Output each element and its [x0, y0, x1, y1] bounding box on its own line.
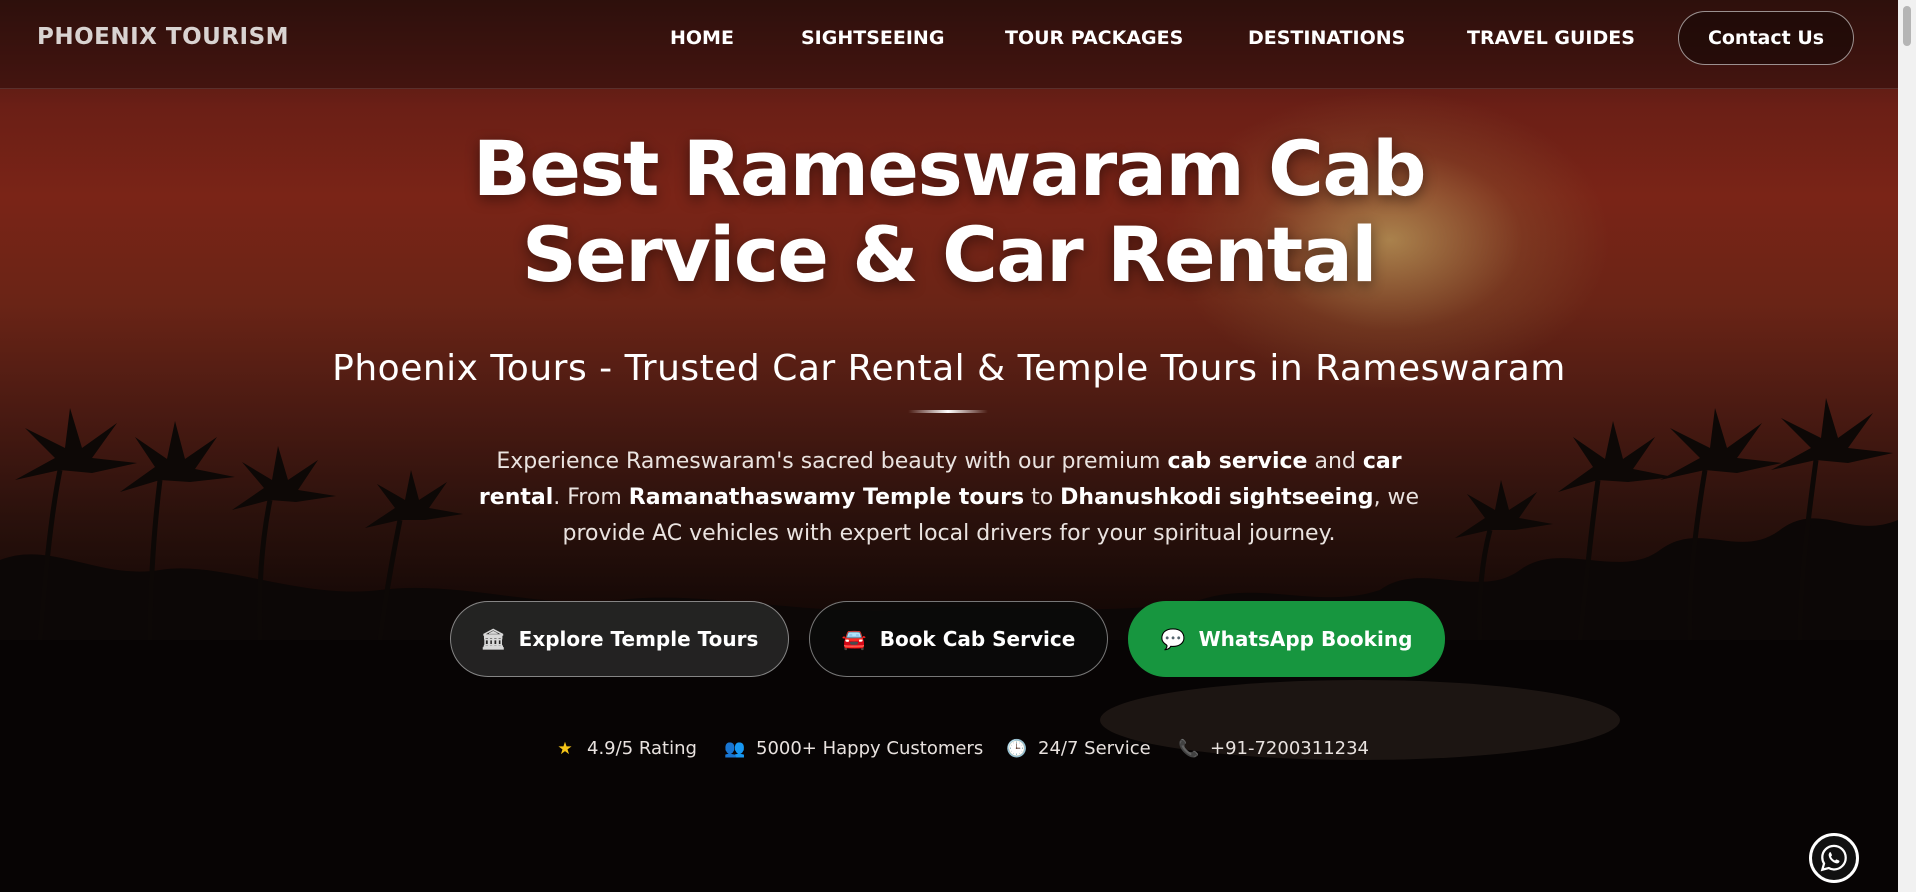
whatsapp-icon: [1820, 844, 1847, 872]
cta-label: Book Cab Service: [879, 627, 1076, 651]
title-divider: [908, 410, 988, 413]
people-icon: 👥: [724, 738, 746, 759]
nav-item-travel-guides[interactable]: TRAVEL GUIDES: [1467, 27, 1635, 49]
stat-label: 24/7 Service: [1038, 738, 1151, 759]
page-scrollbar[interactable]: [1898, 0, 1916, 892]
chat-bubble-icon: 💬: [1160, 627, 1186, 651]
brand-logo[interactable]: PHOENIX TOURISM: [37, 24, 289, 50]
clock-icon: 🕒: [1006, 738, 1028, 759]
star-icon: ★: [557, 738, 573, 759]
scrollbar-thumb[interactable]: [1903, 6, 1911, 46]
whatsapp-floating-button[interactable]: [1809, 833, 1859, 883]
desc-text: and: [1307, 449, 1363, 474]
desc-text: to: [1024, 485, 1061, 510]
stat-phone[interactable]: 📞 +91-7200311234: [1178, 738, 1369, 759]
hero-title: Best Rameswaram Cab Service & Car Rental: [0, 126, 1898, 298]
nav-item-destinations[interactable]: DESTINATIONS: [1248, 27, 1405, 49]
book-cab-service-button[interactable]: 🚘 Book Cab Service: [809, 601, 1108, 677]
desc-text: Experience Rameswaram's sacred beauty wi…: [496, 449, 1168, 474]
car-icon: 🚘: [841, 627, 867, 651]
top-navigation-bar: PHOENIX TOURISM HOME SIGHTSEEING TOUR PA…: [0, 0, 1898, 89]
stat-label: +91-7200311234: [1210, 738, 1370, 759]
stat-label: 5000+ Happy Customers: [756, 738, 984, 759]
stat-service-hours: 🕒 24/7 Service: [1006, 738, 1151, 759]
nav-item-tour-packages[interactable]: TOUR PACKAGES: [1005, 27, 1183, 49]
temple-icon: 🏛: [480, 627, 507, 651]
stat-customers: 👥 5000+ Happy Customers: [724, 738, 983, 759]
hero-subtitle: Phoenix Tours - Trusted Car Rental & Tem…: [332, 348, 1566, 389]
nav-item-home[interactable]: HOME: [670, 27, 734, 49]
phone-icon: 📞: [1178, 738, 1200, 759]
contact-us-button[interactable]: Contact Us: [1678, 11, 1854, 65]
desc-highlight: Dhanushkodi sightseeing: [1060, 485, 1374, 510]
desc-highlight: cab service: [1167, 449, 1308, 474]
cta-label: Explore Temple Tours: [518, 627, 759, 651]
whatsapp-booking-button[interactable]: 💬 WhatsApp Booking: [1128, 601, 1445, 677]
stat-label: 4.9/5 Rating: [587, 738, 697, 759]
page: PHOENIX TOURISM HOME SIGHTSEEING TOUR PA…: [0, 0, 1916, 892]
hero-title-line-2: Service & Car Rental: [522, 210, 1377, 299]
stat-rating: ★ 4.9/5 Rating: [555, 738, 697, 759]
cta-label: WhatsApp Booking: [1198, 627, 1413, 651]
hero-description: Experience Rameswaram's sacred beauty wi…: [478, 444, 1420, 552]
explore-temple-tours-button[interactable]: 🏛 Explore Temple Tours: [450, 601, 789, 677]
desc-text: . From: [553, 485, 629, 510]
desc-highlight: Ramanathaswamy Temple tours: [628, 485, 1025, 510]
hero-title-line-1: Best Rameswaram Cab: [472, 124, 1427, 213]
nav-item-sightseeing[interactable]: SIGHTSEEING: [801, 27, 944, 49]
